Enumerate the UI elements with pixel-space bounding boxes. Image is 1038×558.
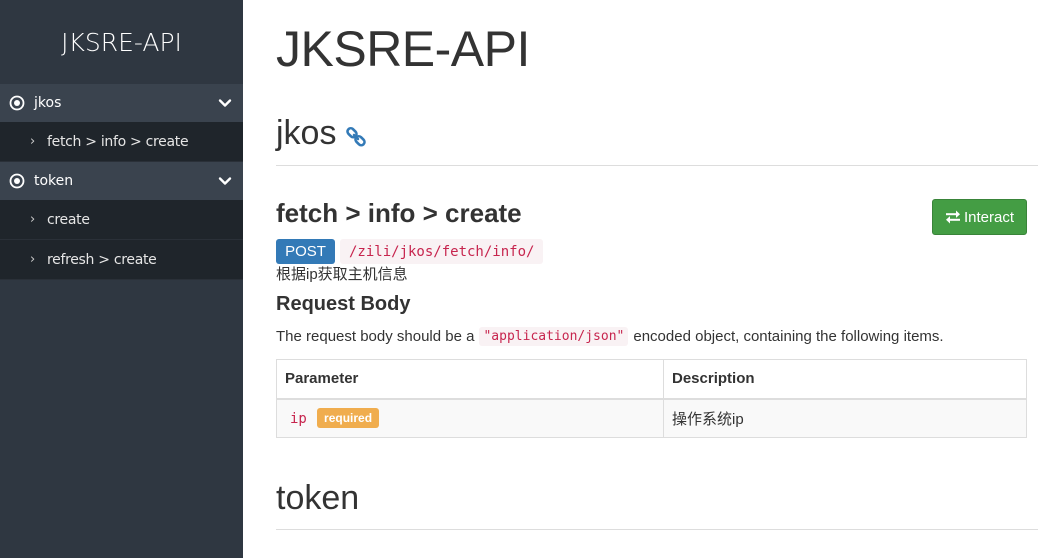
chevron-right-icon: › — [30, 252, 35, 267]
target-icon — [9, 173, 25, 189]
endpoint-title: fetch > info > create — [276, 198, 522, 228]
sidebar-item-refresh-create[interactable]: › refresh > create — [0, 240, 243, 280]
main-content: JKSRE-API jkos fetch > info > create Int… — [276, 0, 1038, 558]
endpoint-url: /zili/jkos/fetch/info/ — [340, 239, 544, 264]
parameter-name: ip — [290, 411, 307, 428]
endpoint-description: 根据ip获取主机信息 — [276, 266, 408, 283]
sidebar-item-fetch-info-create[interactable]: › fetch > info > create — [0, 122, 243, 162]
link-icon[interactable] — [345, 126, 367, 148]
interact-button[interactable]: Interact — [932, 199, 1027, 235]
column-header-parameter: Parameter — [276, 359, 664, 400]
divider — [276, 529, 1038, 530]
group-title-token: token — [276, 479, 359, 518]
request-text-after: encoded object, containing the following… — [633, 328, 944, 345]
parameters-table: Parameter Description ip required 操作系统ip — [276, 359, 1027, 438]
chevron-right-icon: › — [30, 134, 35, 149]
sidebar-item-create[interactable]: › create — [0, 200, 243, 240]
sidebar-sublist-token: › create › refresh > create — [0, 200, 243, 280]
group-title-jkos: jkos — [276, 114, 367, 153]
chevron-down-icon[interactable] — [218, 96, 232, 110]
sidebar: JKSRE-API jkos › fetch > info > create t… — [0, 0, 243, 558]
table-row: ip required 操作系统ip — [276, 398, 1027, 438]
request-body-heading: Request Body — [276, 293, 411, 315]
request-body-text: The request body should be a "applicatio… — [276, 327, 944, 346]
sidebar-item-label: refresh > create — [47, 251, 157, 268]
group-title-text: token — [276, 479, 360, 517]
sidebar-item-label: fetch > info > create — [47, 133, 189, 150]
page-title: JKSRE-API — [276, 21, 530, 77]
required-badge: required — [317, 408, 380, 429]
divider — [276, 165, 1038, 166]
sidebar-section-label: token — [34, 173, 74, 189]
description-cell: 操作系统ip — [663, 398, 1027, 438]
interact-button-label: Interact — [963, 208, 1015, 226]
target-icon — [9, 95, 25, 111]
group-title-text: jkos — [276, 114, 337, 152]
sidebar-section-jkos[interactable]: jkos — [0, 84, 243, 122]
content-type-code: "application/json" — [479, 327, 629, 346]
method-badge: POST — [276, 239, 335, 264]
sidebar-title: JKSRE-API — [61, 27, 182, 57]
sidebar-sublist-jkos: › fetch > info > create — [0, 122, 243, 162]
chevron-right-icon: › — [30, 212, 35, 227]
sidebar-section-label: jkos — [34, 95, 62, 111]
table-header-row: Parameter Description — [276, 359, 1027, 400]
chevron-down-icon[interactable] — [218, 174, 232, 188]
request-text-before: The request body should be a — [276, 328, 475, 345]
sidebar-section-token[interactable]: token — [0, 162, 243, 200]
swap-arrows-icon — [945, 210, 960, 224]
sidebar-item-label: create — [47, 211, 90, 228]
parameter-cell: ip required — [276, 398, 664, 438]
column-header-description: Description — [663, 359, 1027, 400]
